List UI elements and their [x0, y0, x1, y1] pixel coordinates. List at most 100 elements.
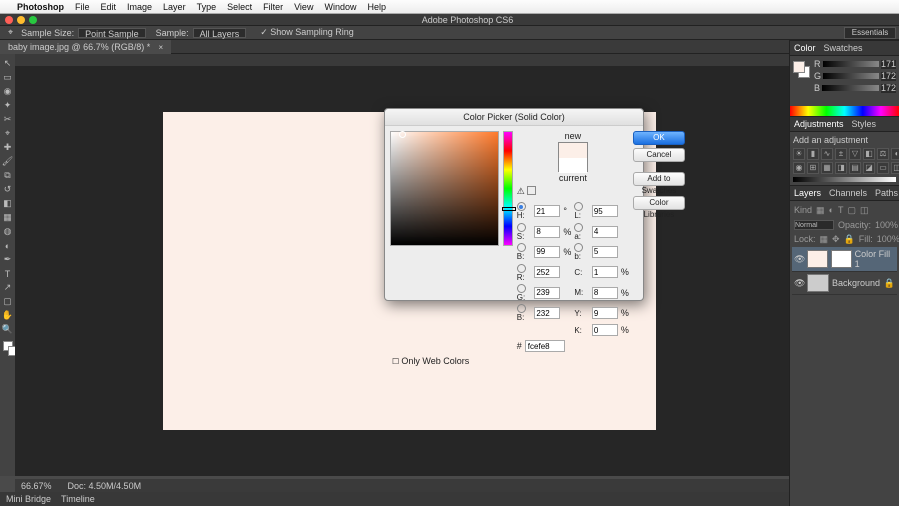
blue-radio[interactable]: B: — [517, 304, 532, 322]
blend-mode-select[interactable] — [794, 220, 834, 230]
lock-all-icon[interactable]: 🔒 — [844, 234, 855, 245]
layer-thumb[interactable] — [807, 274, 829, 292]
fg-bg-color[interactable] — [793, 61, 811, 79]
opacity-value[interactable]: 100% — [875, 220, 898, 230]
blue-input[interactable] — [534, 307, 560, 319]
c-input[interactable] — [592, 266, 618, 278]
eraser-tool[interactable]: ◧ — [1, 197, 14, 210]
exposure-icon[interactable]: ± — [835, 148, 847, 160]
sample-select[interactable]: All Layers — [193, 28, 247, 38]
layer-name[interactable]: Color Fill 1 — [855, 249, 895, 269]
color-spectrum[interactable] — [790, 106, 899, 116]
filter-shape-icon[interactable]: ▢ — [847, 205, 856, 216]
stamp-tool[interactable]: ⧉ — [1, 169, 14, 182]
gradient-tool[interactable]: ▦ — [1, 211, 14, 224]
bw-icon[interactable]: ◐ — [891, 148, 899, 160]
y-input[interactable] — [592, 307, 618, 319]
paths-tab[interactable]: Paths — [875, 188, 898, 198]
h-radio[interactable]: H: — [517, 202, 532, 220]
l-input[interactable] — [592, 205, 618, 217]
m-input[interactable] — [592, 287, 618, 299]
thresh-icon[interactable]: ◪ — [863, 162, 875, 174]
g-value[interactable]: 172 — [881, 72, 896, 81]
k-input[interactable] — [592, 324, 618, 336]
foreground-background-swatch[interactable] — [3, 341, 13, 351]
pen-tool[interactable]: ✒ — [1, 253, 14, 266]
history-brush-tool[interactable]: ↺ — [1, 183, 14, 196]
cancel-button[interactable]: Cancel — [633, 148, 685, 162]
colbal-icon[interactable]: ⚖ — [877, 148, 889, 160]
menu-image[interactable]: Image — [127, 2, 152, 12]
g-slider[interactable] — [823, 73, 879, 79]
g-radio[interactable]: G: — [517, 284, 532, 302]
s-input[interactable] — [534, 226, 560, 238]
menu-view[interactable]: View — [294, 2, 313, 12]
minimize-button[interactable] — [17, 16, 25, 24]
bright-input[interactable] — [534, 246, 560, 258]
chanmix-icon[interactable]: ⊞ — [807, 162, 819, 174]
layer-thumb[interactable] — [807, 250, 828, 268]
layer-row[interactable]: 👁 Background 🔒 — [792, 272, 897, 295]
lock-pixels-icon[interactable]: ▦ — [820, 234, 829, 245]
menu-photoshop[interactable]: Photoshop — [17, 2, 64, 12]
saturation-cursor[interactable] — [399, 131, 406, 138]
timeline-tab[interactable]: Timeline — [61, 494, 95, 504]
visibility-icon[interactable]: 👁 — [794, 254, 804, 265]
blur-tool[interactable]: ◍ — [1, 225, 14, 238]
menu-type[interactable]: Type — [197, 2, 217, 12]
visibility-icon[interactable]: 👁 — [794, 278, 804, 289]
menu-filter[interactable]: Filter — [263, 2, 283, 12]
workspace-switcher[interactable]: Essentials — [844, 27, 896, 39]
brush-tool[interactable]: 🖌 — [1, 155, 14, 168]
ok-button[interactable]: OK — [633, 131, 685, 145]
color-picker-dialog[interactable]: Color Picker (Solid Color) new — [384, 108, 644, 301]
healing-tool[interactable]: ✚ — [1, 141, 14, 154]
r-radio[interactable]: R: — [517, 263, 532, 281]
saturation-field[interactable] — [390, 131, 499, 246]
menu-help[interactable]: Help — [367, 2, 386, 12]
zoom-level[interactable]: 66.67% — [21, 481, 52, 491]
g-input[interactable] — [534, 287, 560, 299]
hand-tool[interactable]: ✋ — [1, 309, 14, 322]
layer-name[interactable]: Background — [832, 278, 880, 288]
sample-size-select[interactable]: Point Sample — [78, 28, 146, 38]
close-button[interactable] — [5, 16, 13, 24]
add-to-swatches-button[interactable]: Add to Swatches — [633, 172, 685, 186]
adjustments-tab[interactable]: Adjustments — [794, 119, 844, 129]
layer-row[interactable]: 👁 Color Fill 1 — [792, 247, 897, 272]
lock-position-icon[interactable]: ✥ — [832, 234, 840, 245]
swatches-tab[interactable]: Swatches — [824, 43, 863, 53]
type-tool[interactable]: T — [1, 267, 14, 280]
filter-type-icon[interactable]: T — [838, 205, 844, 216]
menu-edit[interactable]: Edit — [101, 2, 117, 12]
shape-tool[interactable]: ▢ — [1, 295, 14, 308]
layers-tab[interactable]: Layers — [794, 188, 821, 198]
r-value[interactable]: 171 — [881, 60, 896, 69]
hue-icon[interactable]: ◧ — [863, 148, 875, 160]
s-radio[interactable]: S: — [517, 222, 532, 240]
color-libraries-button[interactable]: Color Libraries — [633, 196, 685, 210]
document-tab[interactable]: baby image.jpg @ 66.7% (RGB/8) * × — [0, 40, 171, 54]
a-input[interactable] — [592, 226, 618, 238]
bb-radio[interactable]: b: — [574, 243, 589, 261]
lookup-icon[interactable]: ▦ — [821, 162, 833, 174]
layer-mask-thumb[interactable] — [831, 250, 852, 268]
lasso-tool[interactable]: ◉ — [1, 85, 14, 98]
hue-cursor[interactable] — [502, 207, 516, 211]
gamut-warning-icon[interactable]: ⚠ — [517, 186, 525, 197]
poster-icon[interactable]: ▤ — [849, 162, 861, 174]
a-radio[interactable]: a: — [574, 222, 589, 240]
tab-close-icon[interactable]: × — [158, 43, 163, 52]
gradmap-icon[interactable]: ▭ — [877, 162, 889, 174]
b-radio[interactable]: B: — [517, 243, 532, 261]
show-sampling-ring-checkbox[interactable]: ✓ Show Sampling Ring — [260, 27, 354, 38]
websafe-cube-icon[interactable] — [527, 186, 536, 195]
hex-input[interactable] — [525, 340, 565, 352]
dodge-tool[interactable]: ◐ — [1, 239, 14, 252]
selcol-icon[interactable]: ◫ — [891, 162, 899, 174]
brightness-icon[interactable]: ☀ — [793, 148, 805, 160]
r-slider[interactable] — [823, 61, 880, 67]
mini-bridge-tab[interactable]: Mini Bridge — [6, 494, 51, 504]
hue-slider[interactable] — [503, 131, 513, 246]
fill-value[interactable]: 100% — [877, 234, 899, 245]
